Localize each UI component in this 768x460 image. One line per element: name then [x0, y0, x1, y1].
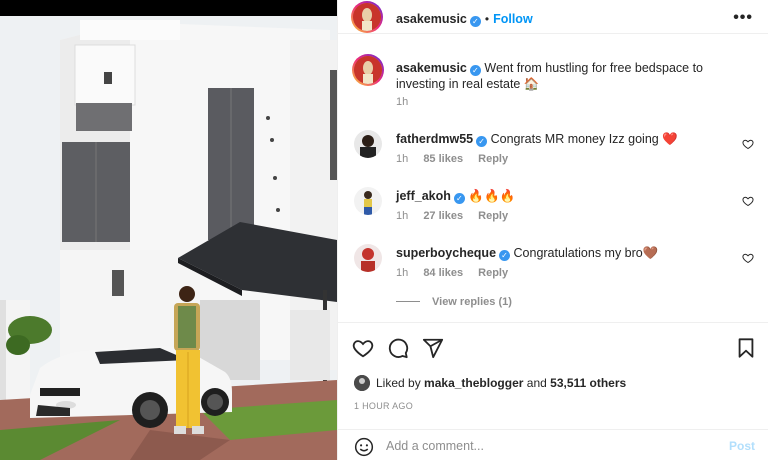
comment-meta: 1h 85 likes Reply — [396, 153, 520, 165]
caption-text-block: asakemusic ✓ Went from hustling for free … — [396, 60, 736, 92]
like-comment-heart-icon[interactable] — [742, 195, 754, 207]
caption-author-avatar[interactable] — [352, 54, 384, 86]
separator-dot: • — [484, 12, 490, 26]
comment-text: Congrats MR money Izz going ❤️ — [490, 132, 678, 146]
caption-meta: 1h — [396, 96, 420, 108]
liked-by-avatar[interactable] — [354, 375, 370, 391]
liked-by-line: Liked by maka_theblogger and 53,511 othe… — [354, 375, 626, 391]
comment-avatar[interactable] — [354, 130, 382, 158]
verified-badge-icon: ✓ — [453, 193, 465, 204]
comment-meta: 1h 27 likes Reply — [396, 210, 520, 222]
comment-time[interactable]: 1h — [396, 267, 408, 279]
likes-count[interactable]: 53,511 others — [550, 376, 626, 390]
comment-meta: 1h 84 likes Reply — [396, 267, 520, 279]
comment-time[interactable]: 1h — [396, 210, 408, 222]
comments-list: asakemusic ✓ Went from hustling for free … — [338, 35, 768, 322]
comment-reply-button[interactable]: Reply — [478, 153, 508, 165]
post-photo[interactable] — [0, 0, 337, 460]
comment-username[interactable]: fatherdmw55 — [396, 132, 473, 146]
share-send-icon[interactable] — [422, 337, 444, 359]
post-header: asakemusic ✓ • Follow ••• — [338, 0, 768, 34]
add-comment-input[interactable] — [386, 436, 716, 456]
like-comment-heart-icon[interactable] — [742, 252, 754, 264]
add-comment-bar: Post — [338, 429, 768, 460]
caption-avatar-photo — [354, 56, 382, 84]
commenter-avatar-photo — [354, 187, 382, 215]
comment-likes[interactable]: 84 likes — [423, 267, 463, 279]
comment-reply-button[interactable]: Reply — [478, 210, 508, 222]
emoji-smiley-icon[interactable] — [354, 437, 374, 457]
verified-badge-icon: ✓ — [469, 16, 481, 27]
like-comment-heart-icon[interactable] — [742, 138, 754, 150]
commenter-avatar-photo — [354, 130, 382, 158]
author-avatar[interactable] — [351, 1, 383, 33]
comment-row: fatherdmw55 ✓ Congrats MR money Izz going… — [354, 130, 754, 170]
verified-badge-icon: ✓ — [469, 65, 481, 76]
comment-text-block: fatherdmw55 ✓ Congrats MR money Izz going… — [396, 131, 736, 147]
post-comment-button[interactable]: Post — [729, 439, 755, 453]
view-replies-button[interactable]: View replies (1) — [396, 296, 512, 308]
like-heart-icon[interactable] — [352, 337, 374, 359]
comment-username[interactable]: superboycheque — [396, 246, 496, 260]
commenter-avatar-photo — [354, 244, 382, 272]
more-options-icon[interactable]: ••• — [733, 9, 753, 27]
post-timestamp[interactable]: 1 HOUR AGO — [354, 401, 413, 411]
comment-row: superboycheque ✓ Congratulations my bro🤎 … — [354, 244, 754, 284]
liked-by-and: and — [526, 376, 547, 390]
comment-likes[interactable]: 85 likes — [423, 153, 463, 165]
post-actions-section: Liked by maka_theblogger and 53,511 othe… — [338, 322, 768, 460]
comment-text: 🔥🔥🔥 — [468, 189, 516, 203]
verified-badge-icon: ✓ — [476, 136, 488, 147]
comment-text: Congratulations my bro🤎 — [513, 246, 659, 260]
author-username[interactable]: asakemusic — [396, 12, 467, 26]
save-bookmark-icon[interactable] — [735, 337, 757, 359]
caption-username[interactable]: asakemusic — [396, 61, 467, 75]
comment-text-block: superboycheque ✓ Congratulations my bro🤎 — [396, 245, 736, 261]
author-avatar-photo — [353, 3, 381, 31]
comment-avatar[interactable] — [354, 187, 382, 215]
comment-text-block: jeff_akoh ✓ 🔥🔥🔥 — [396, 188, 736, 204]
follow-button[interactable]: Follow — [493, 12, 533, 26]
caption-time[interactable]: 1h — [396, 96, 408, 108]
liked-by-user[interactable]: maka_theblogger — [424, 376, 523, 390]
view-replies-label: View replies (1) — [432, 296, 512, 308]
liked-by-prefix: Liked by — [376, 376, 421, 390]
post-side-panel: asakemusic ✓ • Follow ••• asakemusic ✓ Went … — [337, 0, 768, 460]
comment-avatar[interactable] — [354, 244, 382, 272]
comment-username[interactable]: jeff_akoh — [396, 189, 451, 203]
comment-bubble-icon[interactable] — [387, 337, 409, 359]
comment-reply-button[interactable]: Reply — [478, 267, 508, 279]
comment-time[interactable]: 1h — [396, 153, 408, 165]
header-author-line: asakemusic ✓ • Follow — [396, 10, 533, 28]
house-and-car-photo — [0, 0, 337, 460]
photo-top-bar — [0, 0, 337, 16]
comment-likes[interactable]: 27 likes — [423, 210, 463, 222]
caption-row: asakemusic ✓ Went from hustling for free … — [352, 54, 754, 115]
replies-divider — [396, 301, 420, 302]
verified-badge-icon: ✓ — [499, 250, 511, 261]
liked-by-avatar-photo — [354, 375, 370, 391]
comment-row: jeff_akoh ✓ 🔥🔥🔥 1h 27 likes Reply — [354, 187, 754, 227]
